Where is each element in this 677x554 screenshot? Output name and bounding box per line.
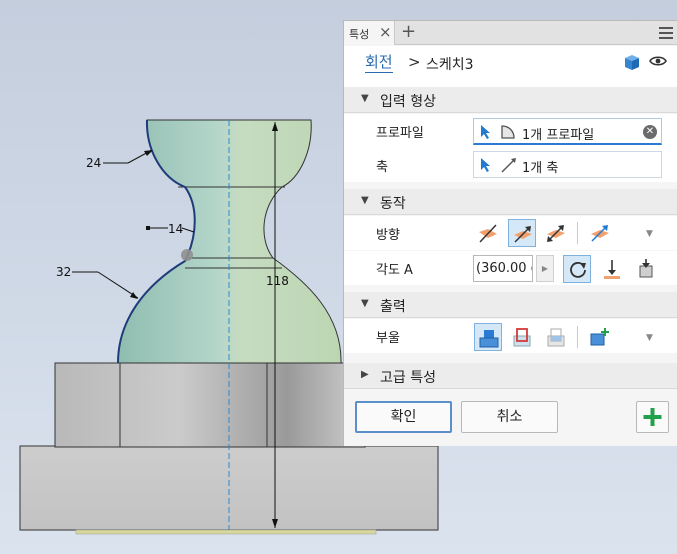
direction-flipped-button[interactable]	[508, 219, 536, 247]
breadcrumb: 회전 > 스케치3	[344, 46, 677, 90]
properties-panel: 특성 × + 회전 > 스케치3 ▼ 입력 형상 프로파일 1개 프로파일 ✕ …	[343, 20, 677, 446]
to-face-button[interactable]	[598, 255, 626, 283]
chevron-down-icon: ▼	[361, 195, 369, 206]
chevron-down-icon: ▼	[361, 298, 369, 309]
row-profile: 프로파일 1개 프로파일 ✕	[344, 114, 677, 148]
direction-asymmetric-button[interactable]	[586, 219, 614, 247]
to-face-icon	[604, 260, 620, 279]
join-button[interactable]	[474, 323, 502, 351]
new-solid-button[interactable]	[586, 323, 614, 351]
cube-icon[interactable]	[623, 53, 641, 71]
leader-anchor	[146, 226, 150, 230]
section-output[interactable]: ▼ 출력	[344, 292, 677, 318]
ok-button[interactable]: 확인	[355, 401, 452, 433]
angle-expand-button[interactable]: ▶	[536, 255, 554, 282]
direction-label: 방향	[376, 228, 400, 243]
close-icon[interactable]: ×	[379, 23, 392, 41]
clear-icon[interactable]: ✕	[643, 125, 657, 139]
row-direction: 방향 ▼	[344, 216, 677, 250]
dimension-118[interactable]: 118	[266, 274, 289, 288]
profile-selector[interactable]: 1개 프로파일 ✕	[473, 118, 662, 145]
full-revolve-button[interactable]	[563, 255, 591, 283]
cursor-icon	[481, 125, 490, 139]
panel-tabbar: 특성 × +	[344, 21, 677, 45]
axis-line-icon	[501, 158, 516, 173]
sketch-point[interactable]	[181, 249, 193, 261]
section-behavior[interactable]: ▼ 동작	[344, 189, 677, 215]
leader-arrow	[144, 150, 153, 156]
row-angle: 각도 A (360.00 deg) ▶	[344, 251, 677, 285]
cursor-icon	[481, 158, 490, 172]
axis-label: 축	[376, 160, 388, 175]
full-revolve-icon	[570, 262, 586, 278]
tab-label: 특성	[349, 28, 370, 41]
between-icon	[639, 259, 653, 278]
divider	[577, 326, 578, 348]
section-label: 출력	[380, 299, 406, 315]
direction-asymmetric-icon	[591, 225, 609, 242]
profile-value: 1개 프로파일	[522, 128, 595, 143]
chevron-right-icon: ▶	[361, 369, 369, 380]
base-underside	[75, 529, 377, 535]
section-label: 입력 형상	[380, 94, 436, 110]
axis-selector[interactable]: 1개 축	[473, 151, 662, 178]
direction-default-icon	[479, 224, 497, 243]
breadcrumb-sketch: 스케치3	[426, 57, 474, 73]
boolean-label: 부울	[376, 331, 400, 346]
dimension-24[interactable]: 24	[86, 156, 101, 170]
direction-symmetric-button[interactable]	[542, 219, 570, 247]
tab-properties[interactable]: 특성 ×	[344, 21, 395, 45]
chevron-down-icon: ▼	[361, 93, 369, 104]
new-solid-icon	[590, 328, 609, 346]
section-input-geometry[interactable]: ▼ 입력 형상	[344, 87, 677, 113]
angle-label: 각도 A	[376, 263, 413, 278]
direction-default-button[interactable]	[474, 219, 502, 247]
intersect-button[interactable]	[542, 323, 570, 351]
angle-value: (360.00 deg)	[476, 261, 532, 276]
chevron-down-icon[interactable]: ▼	[646, 333, 653, 343]
cut-button[interactable]	[508, 323, 536, 351]
chevron-down-icon[interactable]: ▼	[646, 229, 653, 239]
revolve-body[interactable]	[117, 119, 342, 364]
breadcrumb-separator: >	[408, 53, 421, 71]
between-button[interactable]	[632, 255, 660, 283]
cut-icon	[513, 328, 531, 347]
join-icon	[479, 330, 499, 348]
row-axis: 축 1개 축	[344, 148, 677, 182]
row-boolean: 부울 ▼	[344, 319, 677, 353]
apply-plus-button[interactable]	[636, 401, 669, 433]
eye-icon[interactable]	[649, 55, 667, 67]
section-label: 동작	[380, 196, 406, 212]
apply-plus-icon	[643, 408, 662, 426]
breadcrumb-feature-link[interactable]: 회전	[365, 53, 393, 73]
angle-input[interactable]: (360.00 deg)	[473, 255, 533, 282]
direction-symmetric-icon	[547, 225, 565, 242]
dimension-32[interactable]: 32	[56, 265, 71, 279]
profile-region-icon	[501, 125, 515, 139]
hamburger-menu-icon[interactable]	[659, 27, 673, 39]
middle-block[interactable]	[54, 362, 366, 448]
direction-flipped-icon	[514, 226, 532, 243]
dimension-14[interactable]: 14	[168, 222, 183, 236]
section-label: 고급 특성	[380, 370, 436, 386]
plus-icon[interactable]: +	[401, 21, 416, 42]
cancel-button[interactable]: 취소	[461, 401, 558, 433]
leader-14	[181, 227, 195, 233]
section-advanced[interactable]: ▶ 고급 특성	[344, 363, 677, 389]
axis-value: 1개 축	[522, 161, 559, 176]
divider	[577, 222, 578, 244]
intersect-icon	[547, 328, 565, 347]
profile-label: 프로파일	[376, 126, 424, 141]
